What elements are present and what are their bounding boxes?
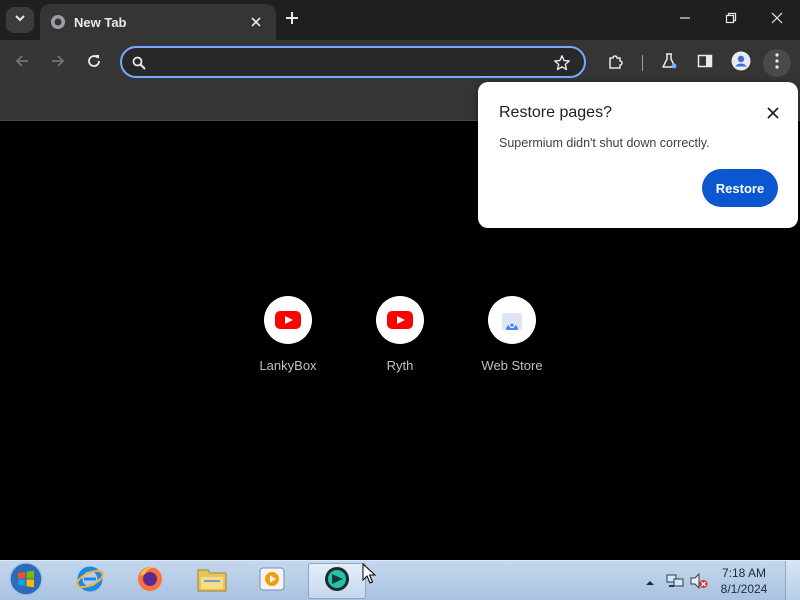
screen: New Tab LankyBox Ryth Web Store Restore … (0, 0, 800, 600)
close-icon[interactable] (764, 104, 782, 122)
address-bar[interactable] (120, 46, 586, 78)
show-desktop-button[interactable] (785, 561, 800, 600)
taskbar-firefox[interactable] (124, 563, 176, 599)
close-icon[interactable] (246, 12, 266, 32)
flask-icon (660, 52, 678, 75)
tab-title: New Tab (74, 14, 127, 30)
shortcut-web-store[interactable]: Web Store (464, 296, 560, 373)
youtube-icon (264, 296, 312, 344)
clock[interactable]: 7:18 AM 8/1/2024 (714, 565, 774, 597)
address-input[interactable] (156, 52, 550, 76)
kebab-menu-icon (775, 52, 779, 74)
new-tab-button[interactable] (280, 8, 304, 32)
menu-button[interactable] (763, 49, 791, 77)
volume-muted-icon[interactable] (690, 572, 708, 594)
restore-button[interactable]: Restore (702, 169, 778, 207)
taskbar-internet-explorer[interactable] (64, 563, 116, 599)
taskbar-media-player[interactable] (246, 563, 298, 599)
reload-button[interactable] (80, 49, 108, 77)
taskbar-file-explorer[interactable] (186, 563, 238, 599)
minimize-button[interactable] (662, 0, 708, 40)
labs-button[interactable] (655, 49, 683, 77)
close-icon (771, 11, 783, 29)
side-panel-icon (697, 53, 713, 74)
plus-icon (285, 11, 299, 30)
toolbar-divider (642, 55, 643, 71)
arrow-right-icon (50, 53, 66, 74)
shortcut-label: LankyBox (259, 358, 317, 373)
windows-logo-icon (9, 561, 43, 600)
shortcut-label: Web Store (481, 358, 543, 373)
shortcut-ryth[interactable]: Ryth (352, 296, 448, 373)
web-store-icon (488, 296, 536, 344)
youtube-icon (376, 296, 424, 344)
network-icon[interactable] (666, 573, 684, 594)
shortcut-label: Ryth (386, 358, 414, 373)
puzzle-icon (607, 52, 625, 75)
profile-button[interactable] (727, 49, 755, 77)
clock-time: 7:18 AM (721, 566, 767, 580)
firefox-icon (135, 564, 165, 599)
dialog-title: Restore pages? (499, 104, 612, 121)
taskbar: 7:18 AM 8/1/2024 (0, 560, 800, 600)
mouse-cursor-icon (362, 562, 377, 590)
reload-icon (86, 53, 102, 74)
tab-search-button[interactable] (6, 7, 34, 33)
shortcut-lankybox[interactable]: LankyBox (240, 296, 336, 373)
globe-icon (50, 14, 66, 30)
arrow-left-icon (14, 53, 30, 74)
minimize-icon (679, 11, 691, 29)
side-panel-button[interactable] (691, 49, 719, 77)
forward-button[interactable] (44, 49, 72, 77)
search-icon (130, 54, 148, 72)
back-button[interactable] (8, 49, 36, 77)
restore-window-button[interactable] (708, 0, 754, 40)
restore-window-icon (725, 11, 737, 29)
restore-pages-dialog: Restore pages? Supermium didn't shut dow… (478, 82, 798, 228)
dialog-message: Supermium didn't shut down correctly. (499, 136, 710, 150)
toolbar (0, 40, 800, 86)
media-player-icon (257, 565, 287, 598)
show-hidden-icons-icon[interactable] (645, 575, 655, 593)
close-window-button[interactable] (754, 0, 800, 40)
supermium-icon (321, 564, 353, 599)
tab-strip: New Tab (0, 0, 800, 40)
file-explorer-icon (196, 565, 228, 598)
clock-date: 8/1/2024 (720, 582, 768, 596)
avatar-icon (731, 51, 751, 76)
internet-explorer-icon (75, 564, 105, 599)
chevron-down-icon (14, 11, 26, 29)
star-icon[interactable] (552, 53, 572, 73)
window-controls (662, 0, 800, 40)
tab-new-tab[interactable]: New Tab (40, 4, 276, 40)
extensions-button[interactable] (602, 49, 630, 77)
taskbar-supermium[interactable] (308, 563, 366, 599)
start-button[interactable] (6, 561, 46, 600)
